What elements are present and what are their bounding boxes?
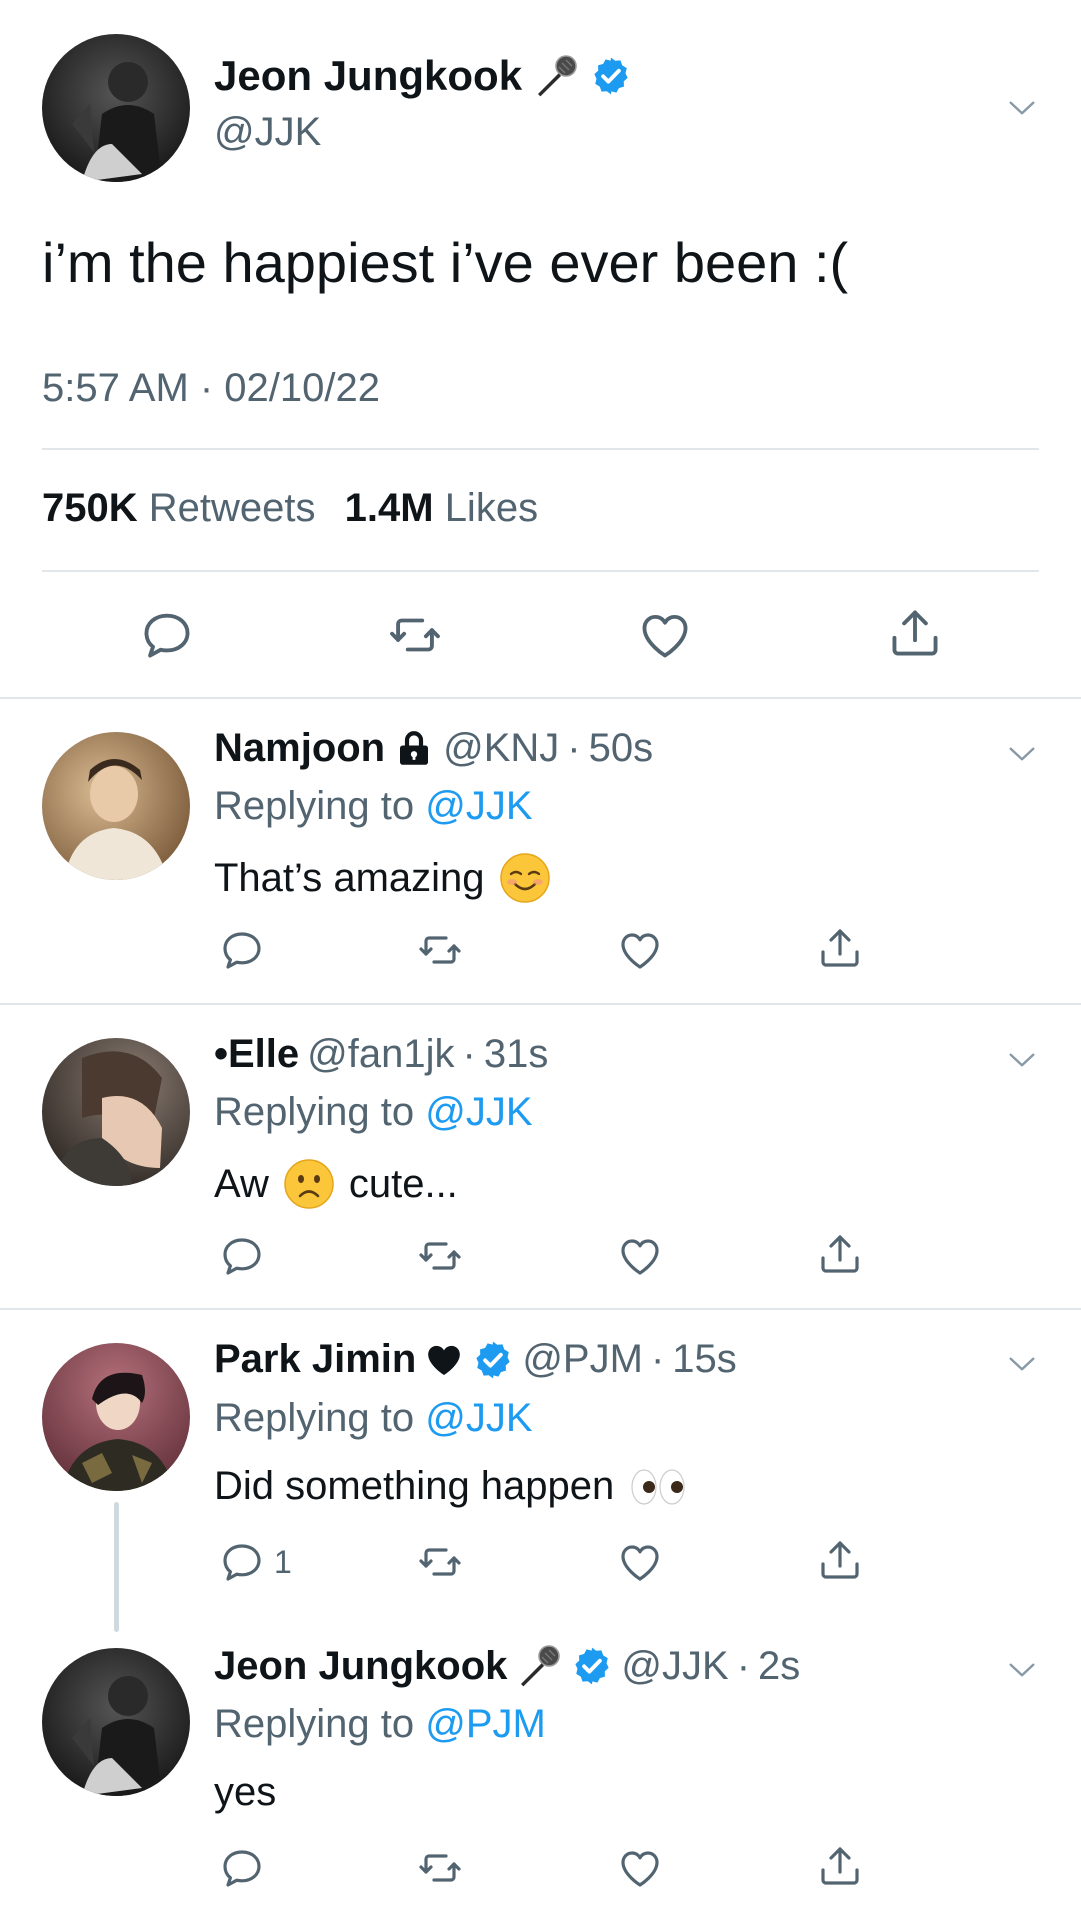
replying-to-handle[interactable]: @PJM (425, 1702, 546, 1746)
likes-label[interactable]: Likes (445, 486, 538, 530)
thread-connector-line (114, 1502, 119, 1632)
author-handle[interactable]: @PJM (522, 1337, 643, 1382)
divider (42, 570, 1039, 572)
chevron-down-icon[interactable] (1004, 736, 1040, 772)
chevron-down-icon[interactable] (1004, 1652, 1040, 1688)
replying-to-handle[interactable]: @JJK (425, 1396, 532, 1440)
retweet-icon[interactable] (416, 1844, 464, 1892)
reply-text: That’s amazing (214, 852, 551, 904)
reply-text: yes (214, 1770, 276, 1815)
author-handle[interactable]: @JJK (214, 110, 321, 155)
tweet-timestamp[interactable]: 5:57 AM · 02/10/22 (42, 366, 380, 411)
author-handle[interactable]: @KNJ (443, 726, 559, 771)
like-icon[interactable] (616, 1844, 664, 1892)
author-handle[interactable]: @JJK (621, 1644, 728, 1689)
retweet-icon[interactable] (416, 926, 464, 974)
reply-text: Aw cute... (214, 1158, 458, 1210)
separator-dot: · (462, 1032, 476, 1076)
divider (0, 1003, 1081, 1005)
separator-dot: · (736, 1643, 751, 1688)
avatar[interactable] (42, 1038, 190, 1186)
reply-header: Jeon Jungkook @JJK · 2s (214, 1642, 800, 1690)
likes-count[interactable]: 1.4M (345, 486, 434, 530)
author-handle[interactable]: @fan1jk (307, 1032, 454, 1077)
like-icon[interactable] (636, 606, 694, 664)
retweet-icon[interactable] (416, 1538, 464, 1586)
reply-action[interactable]: 1 (218, 1538, 292, 1586)
reply-header: •Elle @fan1jk · 31s (214, 1032, 548, 1077)
chevron-down-icon[interactable] (1004, 1042, 1040, 1078)
reply-count: 1 (274, 1543, 292, 1580)
retweets-label[interactable]: Retweets (149, 486, 316, 530)
divider (0, 1308, 1081, 1310)
retweet-icon[interactable] (386, 606, 444, 664)
replying-to-prefix: Replying to (214, 784, 415, 828)
reply-text-after: cute... (348, 1161, 458, 1206)
author-name[interactable]: Park Jimin (214, 1337, 416, 1382)
reply-icon[interactable] (138, 606, 196, 664)
author-name-text: Jeon Jungkook (214, 52, 523, 99)
reply-time[interactable]: 2s (758, 1644, 800, 1689)
verified-badge-icon (571, 1645, 613, 1687)
black-heart-icon (424, 1340, 464, 1380)
author-name[interactable]: Jeon Jungkook (214, 52, 632, 100)
microphone-icon (532, 52, 580, 100)
share-icon[interactable] (816, 1536, 864, 1584)
replying-to: Replying to @PJM (214, 1702, 546, 1747)
reply-text: Did something happen (214, 1464, 688, 1509)
author-name[interactable]: •Elle (214, 1032, 299, 1077)
separator-dot: · (650, 1337, 665, 1381)
share-icon[interactable] (816, 1842, 864, 1890)
replying-to: Replying to @JJK (214, 1090, 533, 1135)
avatar[interactable] (42, 1648, 190, 1796)
replying-to-prefix: Replying to (214, 1090, 415, 1134)
reply-icon[interactable] (218, 1844, 266, 1892)
replying-to-prefix: Replying to (214, 1396, 415, 1440)
avatar[interactable] (42, 732, 190, 880)
like-icon[interactable] (616, 1232, 664, 1280)
replying-to-handle[interactable]: @JJK (425, 784, 532, 828)
lock-icon (393, 728, 435, 770)
replying-to: Replying to @JJK (214, 784, 533, 829)
reply-icon[interactable] (218, 926, 266, 974)
verified-badge-icon (472, 1339, 514, 1381)
reply-header: Park Jimin @PJM · 15s (214, 1337, 737, 1382)
reply-text-body: That’s amazing (214, 855, 485, 900)
share-icon[interactable] (886, 604, 944, 662)
reply-icon[interactable] (218, 1232, 266, 1280)
replying-to-prefix: Replying to (214, 1702, 415, 1746)
tweet-stats: 750K Retweets 1.4M Likes (42, 486, 556, 531)
like-icon[interactable] (616, 926, 664, 974)
author-name[interactable]: Namjoon (214, 726, 385, 771)
smiling-face-icon (499, 853, 550, 903)
reply-time[interactable]: 50s (589, 726, 654, 771)
retweet-icon[interactable] (416, 1232, 464, 1280)
divider (42, 448, 1039, 450)
reply-header: Namjoon @KNJ · 50s (214, 726, 653, 771)
share-icon[interactable] (816, 924, 864, 972)
replying-to: Replying to @JJK (214, 1396, 533, 1441)
author-name[interactable]: Jeon Jungkook (214, 1644, 507, 1689)
share-icon[interactable] (816, 1230, 864, 1278)
like-icon[interactable] (616, 1538, 664, 1586)
reply-text-body: Did something happen (214, 1464, 615, 1508)
frowning-face-icon (284, 1159, 334, 1209)
replying-to-handle[interactable]: @JJK (425, 1090, 532, 1134)
avatar[interactable] (42, 1343, 190, 1491)
reply-time[interactable]: 15s (672, 1337, 737, 1382)
reply-text-before: Aw (214, 1161, 269, 1206)
divider (0, 697, 1081, 699)
retweets-count[interactable]: 750K (42, 486, 138, 530)
chevron-down-icon[interactable] (1004, 90, 1040, 126)
separator-dot: · (567, 726, 581, 770)
reply-text-body: yes (214, 1770, 277, 1814)
chevron-down-icon[interactable] (1004, 1346, 1040, 1382)
avatar[interactable] (42, 34, 190, 182)
eyes-icon (631, 1468, 685, 1505)
reply-icon[interactable] (218, 1538, 266, 1586)
tweet-text: i’m the happiest i’ve ever been :( (42, 231, 849, 294)
microphone-icon (515, 1642, 563, 1690)
reply-time[interactable]: 31s (484, 1032, 549, 1077)
verified-badge-icon (590, 55, 632, 97)
